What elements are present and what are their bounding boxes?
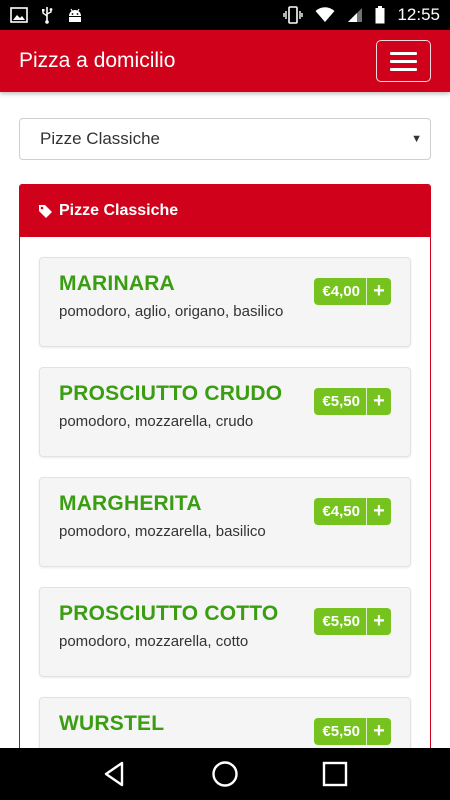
status-bar: 12:55 [0,0,450,30]
add-to-cart-button[interactable]: €4,00 + [314,278,391,305]
status-right-icons: 12:55 [283,5,440,25]
status-time: 12:55 [397,5,440,24]
menu-item[interactable]: MARGHERITA pomodoro, mozzarella, basilic… [39,477,411,567]
item-description: pomodoro, mozzarella, cotto [59,633,249,650]
menu-list: MARINARA pomodoro, aglio, origano, basil… [20,237,430,783]
back-icon[interactable] [101,760,129,788]
app-navbar: Pizza a domicilio [0,30,450,92]
system-nav-bar [0,748,450,800]
home-icon[interactable] [211,760,239,788]
status-left-icons [10,6,84,24]
add-to-cart-button[interactable]: €5,50 + [314,608,391,635]
usb-icon [42,7,53,24]
plus-icon[interactable]: + [366,608,391,635]
category-select-value: Pizze Classiche [40,129,160,148]
image-icon [10,7,28,23]
add-to-cart-button[interactable]: €5,50 + [314,388,391,415]
add-to-cart-button[interactable]: €4,50 + [314,498,391,525]
panel-heading: Pizze Classiche [20,185,430,237]
battery-icon [375,6,385,24]
item-price: €5,50 [322,723,360,740]
item-description: pomodoro, mozzarella, basilico [59,523,266,540]
item-price: €5,50 [322,613,360,630]
app-title[interactable]: Pizza a domicilio [19,49,175,73]
item-price: €5,50 [322,393,360,410]
hamburger-icon-bar [390,59,417,63]
item-price: €4,00 [322,283,360,300]
plus-icon[interactable]: + [366,718,391,745]
signal-icon [348,8,363,22]
caret-down-icon: ▼ [411,133,422,145]
panel-title: Pizze Classiche [59,202,179,219]
android-icon [69,8,81,22]
category-select[interactable]: Pizze Classiche ▼ [19,118,431,160]
menu-item[interactable]: PROSCIUTTO CRUDO pomodoro, mozzarella, c… [39,367,411,457]
menu-item[interactable]: MARINARA pomodoro, aglio, origano, basil… [39,257,411,347]
category-panel: Pizze Classiche MARINARA pomodoro, aglio… [19,184,431,784]
plus-icon[interactable]: + [366,498,391,525]
hamburger-icon-bar [390,51,417,55]
plus-icon[interactable]: + [366,278,391,305]
plus-icon[interactable]: + [366,388,391,415]
item-description: pomodoro, mozzarella, crudo [59,413,254,430]
item-description: pomodoro, aglio, origano, basilico [59,303,284,320]
vibrate-icon [283,6,304,24]
wifi-icon [315,7,335,22]
menu-toggle-button[interactable] [376,40,431,82]
item-price: €4,50 [322,503,360,520]
tag-icon [39,204,52,218]
add-to-cart-button[interactable]: €5,50 + [314,718,391,745]
hamburger-icon-bar [390,67,417,71]
menu-item[interactable]: PROSCIUTTO COTTO pomodoro, mozzarella, c… [39,587,411,677]
recents-icon[interactable] [321,760,349,788]
